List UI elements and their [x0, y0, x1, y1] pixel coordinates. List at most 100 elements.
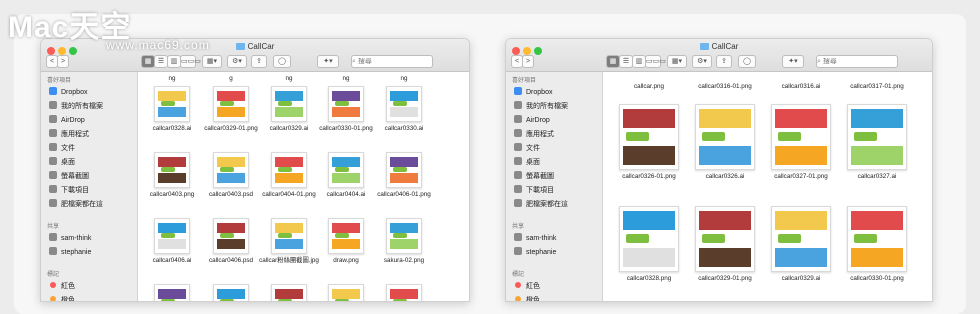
file-item[interactable]: callcar0328.ai	[138, 86, 206, 133]
file-item[interactable]: callcar0329-01.png	[691, 206, 759, 283]
file-item[interactable]: callcar0316-01.png	[691, 80, 759, 91]
file-name: callcar0329-01.png	[698, 275, 752, 282]
all-files-icon	[49, 101, 57, 109]
sidebar-item-favorite[interactable]: 我的所有檔案	[506, 100, 602, 114]
sidebar-item-tag[interactable]: 橙色	[41, 294, 137, 301]
sidebar-item-favorite[interactable]: 桌面	[506, 156, 602, 170]
file-item[interactable]: callcar.png	[615, 80, 683, 91]
sidebar-item-favorite[interactable]: 應用程式	[41, 128, 137, 142]
dropbox-button[interactable]: ✦▾	[317, 55, 339, 68]
file-item[interactable]: callcar0329.ai	[767, 206, 835, 283]
action-button[interactable]: ⚙▾	[227, 55, 247, 68]
view-column-button[interactable]: ▥	[632, 55, 646, 68]
arrange-button[interactable]: ▦▾	[667, 55, 687, 68]
file-thumbnail	[271, 284, 307, 301]
file-item-partial[interactable]: ng	[138, 72, 206, 83]
file-item[interactable]	[370, 284, 438, 301]
sidebar-item-favorite[interactable]: AirDrop	[41, 114, 137, 128]
file-thumbnail	[771, 104, 831, 170]
file-item[interactable]: callcar0406-01.png	[370, 152, 438, 199]
arrange-button[interactable]: ▦▾	[202, 55, 222, 68]
sidebar-item-favorite[interactable]: 文件	[506, 142, 602, 156]
view-icon-button[interactable]: ▦	[606, 55, 620, 68]
thumbnail-graphic	[775, 247, 827, 267]
file-item[interactable]: callcar0403.png	[138, 152, 206, 199]
file-thumbnail	[213, 218, 249, 254]
action-button[interactable]: ⚙▾	[692, 55, 712, 68]
thumbnail-graphic	[220, 101, 234, 107]
dropbox-button[interactable]: ✦▾	[782, 55, 804, 68]
share-button[interactable]: ⇪	[716, 55, 732, 68]
sidebar-item-label: 紅色	[526, 283, 540, 290]
sidebar-item-favorite[interactable]: 應用程式	[506, 128, 602, 142]
sidebar-item-favorite[interactable]: 我的所有檔案	[41, 100, 137, 114]
sidebar-item-shared[interactable]: sam-think	[506, 232, 602, 246]
file-name: callcar0316.ai	[781, 83, 821, 90]
sidebar-section-favorites: 喜好項目	[512, 78, 537, 84]
sidebar-item-tag[interactable]: 橙色	[506, 294, 602, 301]
view-cover-button[interactable]: ▭▭▭	[645, 55, 666, 68]
tag-button[interactable]: ◯	[273, 55, 291, 68]
window-title-text: CallCar	[711, 42, 739, 51]
file-item[interactable]: callcar0317-01.png	[843, 80, 911, 91]
search-field[interactable]: ⌕	[816, 55, 898, 68]
forward-button[interactable]: >	[57, 55, 69, 68]
thumbnail-graphic	[158, 223, 186, 234]
thumbnail-graphic	[332, 172, 360, 183]
sidebar-item-favorite[interactable]: 螢幕截圖	[41, 170, 137, 184]
sidebar-item-favorite[interactable]: Dropbox	[506, 86, 602, 100]
share-button[interactable]: ⇪	[251, 55, 267, 68]
sidebar-item-favorite[interactable]: 肥檔案都在這	[506, 198, 602, 212]
sidebar-item-favorite[interactable]: 螢幕截圖	[506, 170, 602, 184]
file-item[interactable]	[138, 284, 206, 301]
sidebar-item-favorite[interactable]: 下載項目	[506, 184, 602, 198]
sidebar-item-favorite[interactable]: Dropbox	[41, 86, 137, 100]
thumbnail-graphic	[158, 172, 186, 183]
thumbnail-graphic	[220, 233, 234, 239]
sidebar-item-label: 螢幕截圖	[526, 173, 554, 180]
search-input[interactable]	[822, 58, 863, 65]
search-input[interactable]	[357, 58, 398, 65]
thumbnail-graphic	[332, 157, 360, 168]
sidebar-item-label: 應用程式	[526, 131, 554, 138]
thumbnail-graphic	[275, 106, 303, 117]
view-cover-button[interactable]: ▭▭▭	[180, 55, 201, 68]
file-thumbnail	[213, 284, 249, 301]
airdrop-icon	[514, 115, 522, 123]
sidebar-item-tag[interactable]: 紅色	[506, 280, 602, 294]
view-icon-button[interactable]: ▦	[141, 55, 155, 68]
view-list-button[interactable]: ☰	[619, 55, 633, 68]
view-column-button[interactable]: ▥	[167, 55, 181, 68]
file-name: callcar.png	[633, 83, 665, 90]
file-thumbnail	[213, 152, 249, 188]
sidebar-item-favorite[interactable]: 文件	[41, 142, 137, 156]
view-list-button[interactable]: ☰	[154, 55, 168, 68]
thumbnail-graphic	[217, 223, 245, 234]
forward-button[interactable]: >	[522, 55, 534, 68]
file-item[interactable]: callcar0316.ai	[767, 80, 835, 91]
file-item[interactable]: callcar0327.ai	[843, 104, 911, 181]
thumbnail-graphic	[623, 211, 675, 231]
tag-button[interactable]: ◯	[738, 55, 756, 68]
thumbnail-graphic	[699, 109, 751, 129]
sidebar-item-favorite[interactable]: 肥檔案都在這	[41, 198, 137, 212]
file-item[interactable]: callcar0326.ai	[691, 104, 759, 181]
file-item[interactable]: callcar0327-01.png	[767, 104, 835, 181]
file-item[interactable]: callcar0330.ai	[370, 86, 438, 133]
file-item[interactable]: callcar0406.ai	[138, 218, 206, 265]
sidebar-item-tag[interactable]: 紅色	[41, 280, 137, 294]
file-item[interactable]: callcar0330-01.png	[843, 206, 911, 283]
file-item[interactable]: sakura-02.png	[370, 218, 438, 265]
sidebar-item-favorite[interactable]: 桌面	[41, 156, 137, 170]
file-item[interactable]: callcar0326-01.png	[615, 104, 683, 181]
search-field[interactable]: ⌕	[351, 55, 433, 68]
sidebar-item-shared[interactable]: stephanie	[41, 246, 137, 260]
file-item[interactable]: callcar0328.png	[615, 206, 683, 283]
sidebar-item-label: 下載項目	[61, 187, 89, 194]
screenshots-icon	[514, 171, 522, 179]
sidebar-item-shared[interactable]: sam-think	[41, 232, 137, 246]
sidebar-item-favorite[interactable]: AirDrop	[506, 114, 602, 128]
sidebar-item-shared[interactable]: stephanie	[506, 246, 602, 260]
file-item-partial[interactable]: ng	[370, 72, 438, 83]
sidebar-item-favorite[interactable]: 下載項目	[41, 184, 137, 198]
